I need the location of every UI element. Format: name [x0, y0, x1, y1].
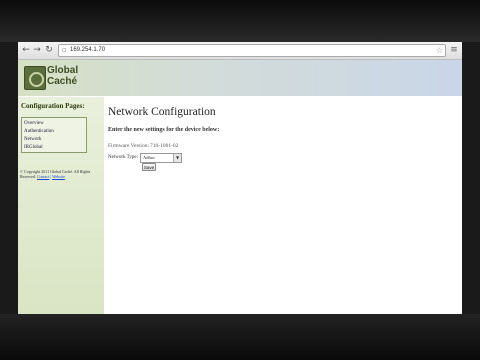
wrench-icon[interactable]: ≡ — [449, 44, 459, 56]
network-type-label: Network Type: — [108, 155, 138, 160]
logo-line1: Global — [47, 65, 79, 76]
copyright-notice: © Copyright 2011 Global Caché. All Right… — [20, 169, 100, 179]
sidebar-menu: Overview Authentication Network IRGlobal — [21, 117, 87, 153]
sidebar-item-overview[interactable]: Overview — [24, 120, 44, 127]
logo-text: Global Caché — [47, 65, 78, 87]
browser-toolbar: ← → ↻ ▫ 169.254.1.70 ☆ ≡ — [18, 42, 462, 60]
page-title: Network Configuration — [108, 106, 216, 118]
logo-line2: Caché — [47, 76, 78, 87]
sidebar: Configuration Pages: Overview Authentica… — [18, 97, 104, 314]
forward-icon[interactable]: → — [32, 44, 42, 56]
url-text[interactable]: 169.254.1.70 — [70, 45, 105, 56]
video-bezel-left — [0, 42, 18, 314]
logo-icon — [24, 66, 46, 90]
video-bezel-right — [462, 42, 480, 314]
page-header: Global Caché — [18, 60, 462, 96]
sidebar-item-authentication[interactable]: Authentication — [24, 128, 54, 135]
global-cache-logo: Global Caché — [24, 65, 86, 91]
network-type-select[interactable]: Adhoc ▼ — [140, 153, 182, 163]
bookmark-star-icon[interactable]: ☆ — [436, 45, 443, 56]
sidebar-title: Configuration Pages: — [21, 102, 85, 110]
sidebar-item-network[interactable]: Network — [24, 136, 42, 143]
network-type-value: Adhoc — [143, 155, 155, 160]
firmware-value: 710-1001-02 — [150, 143, 179, 149]
video-bezel-bottom — [0, 314, 480, 360]
sidebar-item-irglobal[interactable]: IRGlobal — [24, 144, 43, 151]
back-icon[interactable]: ← — [21, 44, 31, 56]
instruction-text: Enter the new settings for the device be… — [108, 127, 220, 133]
contact-link[interactable]: Contact — [37, 174, 49, 179]
reload-icon[interactable]: ↻ — [44, 44, 54, 56]
firmware-label: Firmware Version: — [108, 143, 149, 149]
save-button[interactable]: Save — [142, 163, 156, 171]
main-content: Network Configuration Enter the new sett… — [104, 97, 462, 314]
page-icon: ▫ — [62, 46, 67, 54]
video-bezel-top — [0, 0, 480, 42]
browser-window: ← → ↻ ▫ 169.254.1.70 ☆ ≡ Global Caché Co… — [18, 42, 462, 314]
chevron-down-icon[interactable]: ▼ — [173, 154, 181, 162]
address-bar[interactable]: ▫ 169.254.1.70 ☆ — [58, 44, 446, 57]
website-link[interactable]: Website — [52, 174, 65, 179]
